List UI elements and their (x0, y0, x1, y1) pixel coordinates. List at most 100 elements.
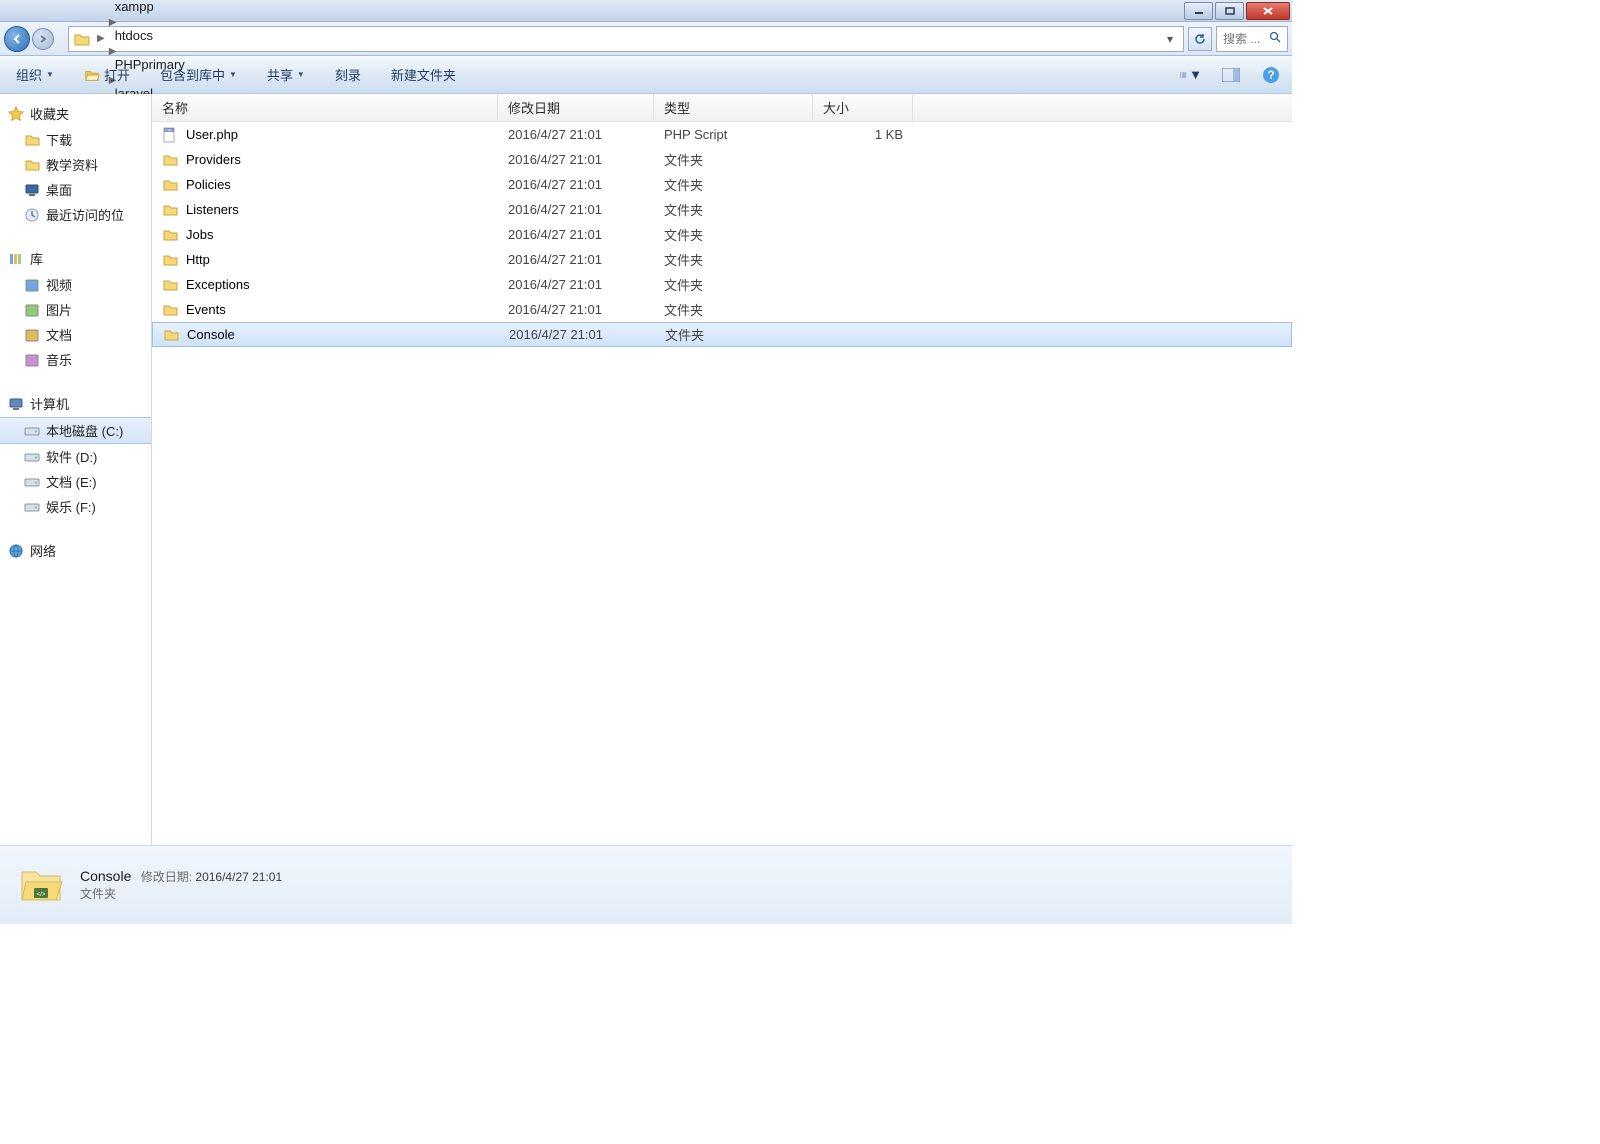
item-icon (24, 182, 40, 198)
file-row[interactable]: Http2016/4/27 21:01文件夹 (152, 247, 1292, 272)
drive-icon (24, 474, 40, 490)
file-row[interactable]: PHPUser.php2016/4/27 21:01PHP Script1 KB (152, 122, 1292, 147)
chevron-down-icon: ▼ (46, 70, 54, 79)
chevron-right-icon[interactable]: ▶ (107, 46, 119, 57)
breadcrumb[interactable]: ▶ 计算机▶本地磁盘 (C:)▶xampp▶htdocs▶PHPprimary▶… (68, 26, 1184, 52)
file-name: Jobs (186, 227, 213, 242)
drive-icon (24, 423, 40, 439)
back-button[interactable] (4, 26, 30, 52)
file-list: PHPUser.php2016/4/27 21:01PHP Script1 KB… (152, 122, 1292, 347)
column-size[interactable]: 大小 (813, 94, 913, 121)
file-row[interactable]: Events2016/4/27 21:01文件夹 (152, 297, 1292, 322)
sidebar-item[interactable]: 文档 (E:) (0, 469, 151, 494)
breadcrumb-item[interactable]: xampp (107, 0, 200, 14)
sidebar-computer-label: 计算机 (30, 394, 69, 413)
breadcrumb-item[interactable]: htdocs (107, 28, 200, 43)
folder-icon (162, 302, 178, 318)
sidebar-computer-header[interactable]: 计算机 (0, 390, 151, 417)
file-row[interactable]: Providers2016/4/27 21:01文件夹 (152, 147, 1292, 172)
sidebar-network: 网络 (0, 537, 151, 564)
refresh-button[interactable] (1188, 27, 1212, 51)
sidebar-item[interactable]: 本地磁盘 (C:) (0, 417, 151, 444)
sidebar-item[interactable]: 下载 (0, 127, 151, 152)
file-name: Events (186, 302, 226, 317)
file-type: 文件夹 (654, 150, 813, 169)
folder-icon (162, 277, 178, 293)
sidebar-libraries-header[interactable]: 库 (0, 245, 151, 272)
library-icon (8, 251, 24, 267)
folder-icon (162, 202, 178, 218)
sidebar-network-header[interactable]: 网络 (0, 537, 151, 564)
sidebar-item[interactable]: 图片 (0, 297, 151, 322)
share-button[interactable]: 共享▼ (261, 61, 311, 88)
column-type[interactable]: 类型 (654, 94, 813, 121)
file-row[interactable]: Jobs2016/4/27 21:01文件夹 (152, 222, 1292, 247)
file-type: 文件夹 (654, 250, 813, 269)
file-date: 2016/4/27 21:01 (498, 177, 654, 192)
preview-pane-button[interactable] (1220, 64, 1242, 86)
sidebar-favorites: 收藏夹 下载教学资料桌面最近访问的位 (0, 100, 151, 227)
address-dropdown[interactable]: ▾ (1161, 32, 1179, 46)
folder-icon (163, 327, 179, 343)
sidebar-item[interactable]: 桌面 (0, 177, 151, 202)
organize-button[interactable]: 组织 ▼ (10, 61, 60, 88)
network-icon (8, 543, 24, 559)
sidebar-favorites-label: 收藏夹 (30, 104, 69, 123)
sidebar-item[interactable]: 教学资料 (0, 152, 151, 177)
organize-label: 组织 (16, 65, 42, 84)
folder-icon (162, 227, 178, 243)
chevron-down-icon: ▼ (297, 70, 305, 79)
item-icon (24, 352, 40, 368)
column-name[interactable]: 名称 (152, 94, 498, 121)
sidebar-item-label: 下载 (46, 130, 72, 149)
open-button[interactable]: 打开 (78, 61, 136, 88)
sidebar-item[interactable]: 娱乐 (F:) (0, 494, 151, 519)
sidebar-item[interactable]: 文档 (0, 322, 151, 347)
file-name: Http (186, 252, 210, 267)
sidebar-item[interactable]: 音乐 (0, 347, 151, 372)
help-button[interactable]: ? (1260, 64, 1282, 86)
svg-text:PHP: PHP (165, 128, 173, 132)
open-icon (84, 67, 100, 83)
forward-button[interactable] (32, 28, 54, 50)
computer-icon (8, 396, 24, 412)
sidebar-favorites-header[interactable]: 收藏夹 (0, 100, 151, 127)
search-box[interactable] (1216, 26, 1288, 52)
close-button[interactable] (1246, 2, 1290, 20)
sidebar-network-label: 网络 (30, 541, 56, 560)
item-icon (24, 132, 40, 148)
file-row[interactable]: Policies2016/4/27 21:01文件夹 (152, 172, 1292, 197)
sidebar-item[interactable]: 最近访问的位 (0, 202, 151, 227)
burn-button[interactable]: 刻录 (329, 61, 367, 88)
file-name: Providers (186, 152, 241, 167)
sidebar-item-label: 音乐 (46, 350, 72, 369)
new-folder-button[interactable]: 新建文件夹 (385, 61, 462, 88)
sidebar-item[interactable]: 视频 (0, 272, 151, 297)
file-type: 文件夹 (654, 275, 813, 294)
details-pane: </> Console 修改日期: 2016/4/27 21:01 文件夹 (0, 845, 1292, 924)
sidebar: 收藏夹 下载教学资料桌面最近访问的位 库 视频图片文档音乐 计算机 本地磁盘 (… (0, 94, 152, 845)
svg-text:</>: </> (37, 892, 46, 898)
sidebar-computer: 计算机 本地磁盘 (C:) 软件 (D:)文档 (E:)娱乐 (F:) (0, 390, 151, 519)
folder-icon: </> (16, 860, 66, 910)
sidebar-item[interactable]: 软件 (D:) (0, 444, 151, 469)
details-date: 2016/4/27 21:01 (195, 870, 282, 884)
maximize-button[interactable] (1215, 2, 1244, 20)
content-area: 名称 修改日期 类型 大小 PHPUser.php2016/4/27 21:01… (152, 94, 1292, 845)
column-date[interactable]: 修改日期 (498, 94, 654, 121)
sidebar-item-label: 本地磁盘 (C:) (46, 421, 123, 440)
file-row[interactable]: Listeners2016/4/27 21:01文件夹 (152, 197, 1292, 222)
chevron-right-icon[interactable]: ▶ (95, 33, 107, 44)
search-input[interactable] (1223, 32, 1263, 46)
sidebar-libraries-label: 库 (30, 249, 43, 268)
view-button[interactable]: ▼ (1180, 64, 1202, 86)
minimize-button[interactable] (1184, 2, 1213, 20)
file-type: 文件夹 (654, 175, 813, 194)
chevron-right-icon[interactable]: ▶ (107, 17, 119, 28)
include-label: 包含到库中 (160, 65, 225, 84)
file-row[interactable]: Exceptions2016/4/27 21:01文件夹 (152, 272, 1292, 297)
include-button[interactable]: 包含到库中▼ (154, 61, 243, 88)
file-date: 2016/4/27 21:01 (498, 202, 654, 217)
file-row[interactable]: Console2016/4/27 21:01文件夹 (152, 322, 1292, 347)
php-file-icon: PHP (162, 127, 178, 143)
